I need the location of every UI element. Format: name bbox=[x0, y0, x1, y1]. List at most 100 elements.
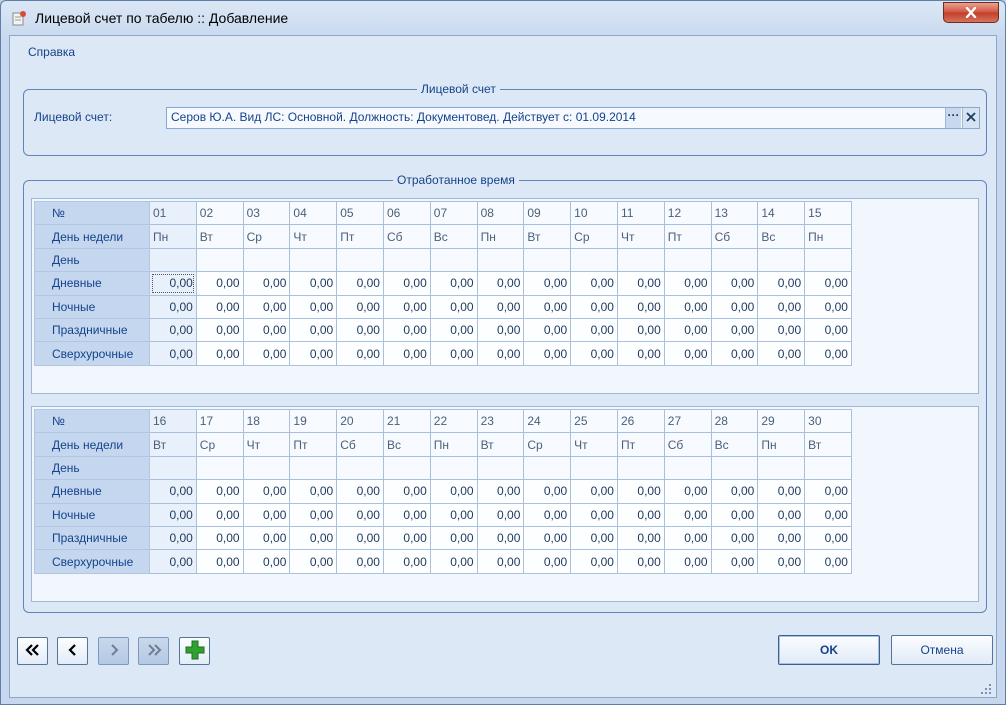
grid-cell-night-hours[interactable]: 0,00 bbox=[616, 502, 665, 527]
grid-cell-holiday-hours[interactable]: 0,00 bbox=[195, 317, 244, 343]
grid-cell-daytime-hours[interactable]: 0,00 bbox=[757, 271, 806, 296]
grid-cell-night-hours[interactable]: 0,00 bbox=[710, 502, 759, 527]
grid-cell-daytime-hours[interactable]: 0,00 bbox=[289, 271, 338, 296]
grid-cell-daytime-hours[interactable]: 0,00 bbox=[523, 479, 572, 504]
grid-cell-holiday-hours[interactable]: 0,00 bbox=[382, 525, 431, 551]
last-record-button[interactable] bbox=[138, 637, 169, 665]
grid-cell-holiday-hours[interactable]: 0,00 bbox=[710, 317, 759, 343]
grid-cell-overtime-hours[interactable]: 0,00 bbox=[195, 549, 244, 574]
grid-cell-overtime-hours[interactable]: 0,00 bbox=[429, 341, 478, 366]
grid-cell-night-hours[interactable]: 0,00 bbox=[195, 502, 244, 527]
grid-cell-daytime-hours[interactable]: 0,00 bbox=[570, 479, 618, 504]
grid-cell-overtime-hours[interactable]: 0,00 bbox=[570, 341, 618, 366]
grid-cell-holiday-hours[interactable]: 0,00 bbox=[476, 525, 525, 551]
grid-cell-daytime-hours[interactable]: 0,00 bbox=[429, 271, 478, 296]
grid-cell-daytime-hours[interactable]: 0,00 bbox=[804, 479, 852, 504]
grid-cell-overtime-hours[interactable]: 0,00 bbox=[336, 549, 384, 574]
grid-cell-overtime-hours[interactable]: 0,00 bbox=[804, 341, 852, 366]
clear-button[interactable] bbox=[962, 108, 979, 128]
grid-cell-night-hours[interactable]: 0,00 bbox=[289, 294, 338, 319]
grid-cell-holiday-hours[interactable]: 0,00 bbox=[570, 317, 618, 343]
grid-cell-holiday-hours[interactable]: 0,00 bbox=[663, 525, 712, 551]
grid-cell-night-hours[interactable]: 0,00 bbox=[242, 502, 291, 527]
grid-cell-overtime-hours[interactable]: 0,00 bbox=[663, 341, 712, 366]
grid-cell-daytime-hours[interactable]: 0,00 bbox=[710, 479, 759, 504]
grid-cell-night-hours[interactable]: 0,00 bbox=[616, 294, 665, 319]
grid-cell-overtime-hours[interactable]: 0,00 bbox=[710, 341, 759, 366]
grid-cell-daytime-hours[interactable]: 0,00 bbox=[804, 271, 852, 296]
grid-cell-overtime-hours[interactable]: 0,00 bbox=[804, 549, 852, 574]
grid-cell-daytime-hours[interactable]: 0,00 bbox=[570, 271, 618, 296]
grid-cell-overtime-hours[interactable]: 0,00 bbox=[476, 341, 525, 366]
grid-cell-holiday-hours[interactable]: 0,00 bbox=[336, 317, 384, 343]
grid-cell-holiday-hours[interactable]: 0,00 bbox=[149, 525, 197, 551]
grid-cell-night-hours[interactable]: 0,00 bbox=[804, 502, 852, 527]
grid-cell-overtime-hours[interactable]: 0,00 bbox=[616, 341, 665, 366]
grid-cell-night-hours[interactable]: 0,00 bbox=[570, 502, 618, 527]
account-field[interactable]: Серов Ю.А. Вид ЛС: Основной. Должность: … bbox=[166, 107, 980, 129]
grid-cell-daytime-hours[interactable]: 0,00 bbox=[195, 479, 244, 504]
grid-cell-night-hours[interactable]: 0,00 bbox=[336, 502, 384, 527]
grid-cell-holiday-hours[interactable]: 0,00 bbox=[242, 317, 291, 343]
grid-cell-daytime-hours[interactable]: 0,00 bbox=[616, 271, 665, 296]
grid-cell-overtime-hours[interactable]: 0,00 bbox=[149, 341, 197, 366]
cancel-button[interactable]: Отмена bbox=[891, 635, 993, 665]
grid-cell-night-hours[interactable]: 0,00 bbox=[429, 294, 478, 319]
grid-cell-daytime-hours[interactable]: 0,00 bbox=[336, 479, 384, 504]
grid-cell-daytime-hours[interactable]: 0,00 bbox=[476, 479, 525, 504]
grid-cell-night-hours[interactable]: 0,00 bbox=[757, 502, 806, 527]
grid-cell-holiday-hours[interactable]: 0,00 bbox=[804, 525, 852, 551]
grid-cell-night-hours[interactable]: 0,00 bbox=[382, 294, 431, 319]
grid-cell-overtime-hours[interactable]: 0,00 bbox=[242, 549, 291, 574]
grid-cell-daytime-hours[interactable]: 0,00 bbox=[149, 479, 197, 504]
grid-cell-night-hours[interactable]: 0,00 bbox=[242, 294, 291, 319]
grid-cell-daytime-hours[interactable]: 0,00 bbox=[616, 479, 665, 504]
grid-cell-holiday-hours[interactable]: 0,00 bbox=[429, 317, 478, 343]
grid-cell-daytime-hours[interactable]: 0,00 bbox=[663, 479, 712, 504]
grid-cell-overtime-hours[interactable]: 0,00 bbox=[382, 341, 431, 366]
grid-cell-daytime-hours[interactable]: 0,00 bbox=[523, 271, 572, 296]
resize-grip-icon[interactable] bbox=[978, 681, 992, 695]
grid-cell-overtime-hours[interactable]: 0,00 bbox=[663, 549, 712, 574]
grid-cell-holiday-hours[interactable]: 0,00 bbox=[757, 525, 806, 551]
grid-cell-night-hours[interactable]: 0,00 bbox=[149, 294, 197, 319]
grid-cell-holiday-hours[interactable]: 0,00 bbox=[804, 317, 852, 343]
grid-cell-holiday-hours[interactable]: 0,00 bbox=[523, 525, 572, 551]
grid-cell-night-hours[interactable]: 0,00 bbox=[476, 502, 525, 527]
grid-cell-holiday-hours[interactable]: 0,00 bbox=[523, 317, 572, 343]
grid-cell-night-hours[interactable]: 0,00 bbox=[663, 502, 712, 527]
grid-cell-daytime-hours[interactable]: 0,00 bbox=[336, 271, 384, 296]
ok-button[interactable]: OK bbox=[778, 635, 880, 665]
grid-cell-night-hours[interactable]: 0,00 bbox=[523, 294, 572, 319]
grid-cell-night-hours[interactable]: 0,00 bbox=[804, 294, 852, 319]
grid-cell-holiday-hours[interactable]: 0,00 bbox=[757, 317, 806, 343]
grid-cell-overtime-hours[interactable]: 0,00 bbox=[149, 549, 197, 574]
grid-cell-night-hours[interactable]: 0,00 bbox=[195, 294, 244, 319]
grid-cell-night-hours[interactable]: 0,00 bbox=[757, 294, 806, 319]
grid-cell-overtime-hours[interactable]: 0,00 bbox=[242, 341, 291, 366]
grid-cell-holiday-hours[interactable]: 0,00 bbox=[476, 317, 525, 343]
grid-cell-night-hours[interactable]: 0,00 bbox=[429, 502, 478, 527]
grid-cell-daytime-hours[interactable]: 0,00 bbox=[663, 271, 712, 296]
grid-cell-night-hours[interactable]: 0,00 bbox=[663, 294, 712, 319]
grid-cell-night-hours[interactable]: 0,00 bbox=[336, 294, 384, 319]
grid-cell-overtime-hours[interactable]: 0,00 bbox=[429, 549, 478, 574]
next-record-button[interactable] bbox=[98, 637, 129, 665]
grid-cell-overtime-hours[interactable]: 0,00 bbox=[523, 549, 572, 574]
grid-cell-daytime-hours[interactable]: 0,00 bbox=[149, 271, 197, 296]
grid-cell-holiday-hours[interactable]: 0,00 bbox=[289, 525, 338, 551]
grid-cell-daytime-hours[interactable]: 0,00 bbox=[382, 479, 431, 504]
grid-cell-night-hours[interactable]: 0,00 bbox=[570, 294, 618, 319]
grid-cell-overtime-hours[interactable]: 0,00 bbox=[710, 549, 759, 574]
previous-record-button[interactable] bbox=[57, 637, 88, 665]
browse-button[interactable]: ··· bbox=[945, 108, 961, 128]
grid-cell-holiday-hours[interactable]: 0,00 bbox=[429, 525, 478, 551]
grid-cell-daytime-hours[interactable]: 0,00 bbox=[476, 271, 525, 296]
grid-cell-daytime-hours[interactable]: 0,00 bbox=[242, 479, 291, 504]
grid-cell-daytime-hours[interactable]: 0,00 bbox=[757, 479, 806, 504]
grid-cell-daytime-hours[interactable]: 0,00 bbox=[382, 271, 431, 296]
grid-cell-overtime-hours[interactable]: 0,00 bbox=[336, 341, 384, 366]
add-record-button[interactable] bbox=[179, 637, 210, 665]
grid-cell-overtime-hours[interactable]: 0,00 bbox=[195, 341, 244, 366]
grid-cell-overtime-hours[interactable]: 0,00 bbox=[382, 549, 431, 574]
